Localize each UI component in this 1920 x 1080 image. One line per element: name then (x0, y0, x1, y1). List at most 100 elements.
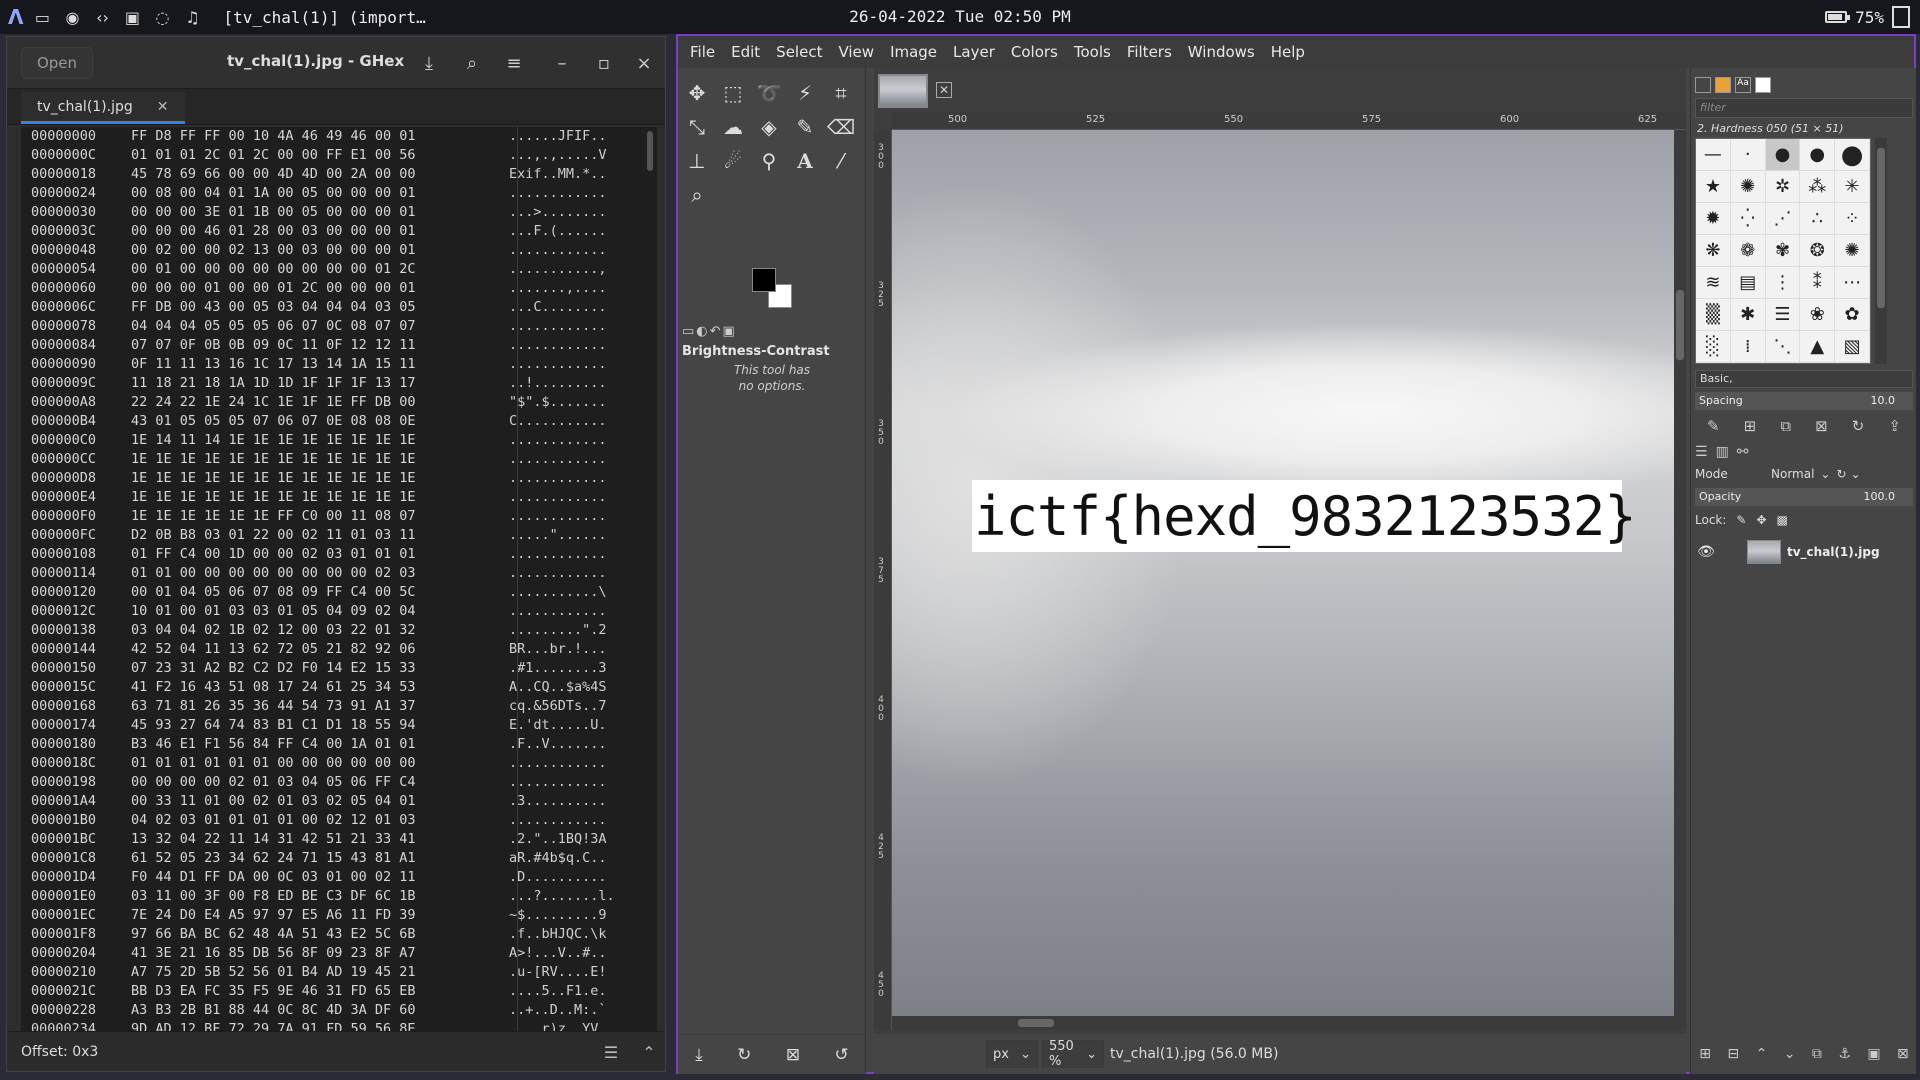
tool-options-tab-icon[interactable]: ▭ (682, 324, 694, 339)
brush-item[interactable]: ✲ (1765, 171, 1801, 203)
hex-row[interactable]: 000000B4 43 01 05 05 05 07 06 07 0E 08 08… (21, 412, 657, 431)
hex-bytes[interactable]: 45 78 69 66 00 00 4D 4D 00 2A 00 00 (131, 165, 509, 184)
hex-row[interactable]: 00000114 01 01 00 00 00 00 00 00 00 00 02… (21, 564, 657, 583)
hex-bytes[interactable]: 00 00 00 00 02 01 03 04 05 06 FF C4 (131, 773, 509, 792)
hex-ascii[interactable]: ..........., (509, 260, 649, 279)
opacity-slider[interactable]: Opacity 100.0 (1695, 488, 1913, 506)
visibility-eye-icon[interactable]: 👁 (1695, 544, 1717, 560)
menu-image[interactable]: Image (882, 43, 945, 61)
menu-edit[interactable]: Edit (723, 43, 768, 61)
rect-select-tool-icon[interactable]: ⬚ (718, 78, 748, 108)
terminal-icon[interactable]: ▭ (31, 6, 53, 28)
hex-bytes[interactable]: 03 04 04 02 1B 02 12 00 03 22 01 32 (131, 621, 509, 640)
hex-ascii[interactable]: ............ (509, 450, 649, 469)
reset-icon[interactable]: ↺ (834, 1045, 848, 1065)
brush-item[interactable]: ✿ (1835, 299, 1870, 331)
brush-item[interactable]: ❁ (1730, 235, 1766, 267)
hex-ascii[interactable]: ............ (509, 773, 649, 792)
hex-row[interactable]: 00000204 41 3E 21 16 85 DB 56 8F 09 23 8F… (21, 944, 657, 963)
hex-bytes[interactable]: 0F 11 11 13 16 1C 17 13 14 1A 15 11 (131, 355, 509, 374)
hex-bytes[interactable]: A3 B3 2B B1 88 44 0C 8C 4D 3A DF 60 (131, 1001, 509, 1020)
menu-view[interactable]: View (830, 43, 882, 61)
layer-row[interactable]: 👁 tv_chal(1).jpg (1695, 538, 1913, 566)
hex-row[interactable]: 0000012C 10 01 00 01 03 03 01 05 04 09 02… (21, 602, 657, 621)
hex-bytes[interactable]: 1E 1E 1E 1E 1E 1E 1E 1E 1E 1E 1E 1E (131, 469, 509, 488)
hex-row[interactable]: 00000180 B3 46 E1 F1 56 84 FF C4 00 1A 01… (21, 735, 657, 754)
hex-ascii[interactable]: A..CQ..$a%4S (509, 678, 649, 697)
hex-ascii[interactable]: ....."...... (509, 526, 649, 545)
fg-bg-colors[interactable] (752, 268, 796, 312)
hex-ascii[interactable]: ............ (509, 811, 649, 830)
hex-row[interactable]: 000001D4 F0 44 D1 FF DA 00 0C 03 01 00 02… (21, 868, 657, 887)
brush-item-selected[interactable]: ● (1765, 139, 1801, 171)
hex-row[interactable]: 00000150 07 23 31 A2 B2 C2 D2 F0 14 E2 15… (21, 659, 657, 678)
hex-ascii[interactable]: "$".$....... (509, 393, 649, 412)
images-tab-icon[interactable]: ▣ (723, 324, 735, 339)
hex-row[interactable]: 000001EC 7E 24 D0 E4 A5 97 97 E5 A6 11 FD… (21, 906, 657, 925)
hex-ascii[interactable]: ............ (509, 507, 649, 526)
layers-tab-icon[interactable]: ☰ (1695, 444, 1708, 460)
bucket-fill-tool-icon[interactable]: ◈ (754, 112, 784, 142)
hex-row[interactable]: 000000D8 1E 1E 1E 1E 1E 1E 1E 1E 1E 1E 1E… (21, 469, 657, 488)
hex-ascii[interactable]: ....5..F1.e. (509, 982, 649, 1001)
brush-item[interactable]: ✹ (1696, 203, 1731, 235)
hex-bytes[interactable]: 1E 1E 1E 1E 1E 1E 1E 1E 1E 1E 1E 1E (131, 450, 509, 469)
brush-item[interactable]: ⁛ (1730, 203, 1766, 235)
hex-scrollbar[interactable] (647, 131, 653, 171)
brush-item[interactable]: · (1730, 139, 1766, 171)
hex-row[interactable]: 000000A8 22 24 22 1E 24 1C 1E 1F 1E FF DB… (21, 393, 657, 412)
delete-layer-icon[interactable]: ⊠ (1897, 1046, 1909, 1062)
hex-row[interactable]: 00000024 00 08 00 04 01 1A 00 05 00 00 00… (21, 184, 657, 203)
hex-row[interactable]: 00000030 00 00 00 3E 01 1B 00 05 00 00 00… (21, 203, 657, 222)
tab-close-icon[interactable]: ✕ (157, 99, 169, 115)
vertical-ruler[interactable]: 300 325 350 375 400 425 450 (874, 130, 892, 1030)
paths-tool-icon[interactable]: ⚲ (754, 146, 784, 176)
brush-item[interactable]: ⁘ (1835, 203, 1870, 235)
hex-ascii[interactable]: ...>........ (509, 203, 649, 222)
hex-row[interactable]: 00000174 45 93 27 64 74 83 B1 C1 D1 18 55… (21, 716, 657, 735)
hex-bytes[interactable]: A7 75 2D 5B 52 56 01 B4 AD 19 45 21 (131, 963, 509, 982)
hex-row[interactable]: 000000F0 1E 1E 1E 1E 1E 1E FF C0 00 11 08… (21, 507, 657, 526)
reset-mode-icon[interactable]: ↻ (1836, 467, 1846, 481)
hex-ascii[interactable]: ......JFIF.. (509, 127, 649, 146)
brush-item[interactable]: ⋱ (1765, 331, 1801, 363)
hex-bytes[interactable]: 00 02 00 00 02 13 00 03 00 00 00 01 (131, 241, 509, 260)
hex-row[interactable]: 00000048 00 02 00 00 02 13 00 03 00 00 00… (21, 241, 657, 260)
firefox-icon[interactable]: ◉ (61, 6, 83, 28)
hex-ascii[interactable]: .#1........3 (509, 659, 649, 678)
hex-ascii[interactable]: .D.......... (509, 868, 649, 887)
brush-item[interactable]: ❋ (1696, 235, 1731, 267)
paths-tab-icon[interactable]: ⚯ (1737, 444, 1749, 460)
menu-layer[interactable]: Layer (945, 43, 1003, 61)
brush-item[interactable]: ✾ (1765, 235, 1801, 267)
delete-brush-icon[interactable]: ⊠ (1815, 417, 1828, 435)
hex-bytes[interactable]: 00 00 00 3E 01 1B 00 05 00 00 00 01 (131, 203, 509, 222)
anchor-layer-icon[interactable]: ⚓ (1838, 1046, 1851, 1062)
hex-ascii[interactable]: ............ (509, 488, 649, 507)
hex-row[interactable]: 00000138 03 04 04 02 1B 02 12 00 03 22 01… (21, 621, 657, 640)
delete-preset-icon[interactable]: ⊠ (786, 1045, 800, 1065)
hex-bytes[interactable]: 04 04 04 05 05 05 06 07 0C 08 07 07 (131, 317, 509, 336)
brush-tag-select[interactable]: Basic, (1695, 370, 1913, 388)
arch-logo-icon[interactable]: Λ (8, 5, 23, 29)
hex-ascii[interactable]: C........... (509, 412, 649, 431)
fuzzy-select-tool-icon[interactable]: ⚡ (790, 78, 820, 108)
menu-filters[interactable]: Filters (1119, 43, 1180, 61)
hex-bytes[interactable]: 00 01 04 05 06 07 08 09 FF C4 00 5C (131, 583, 509, 602)
hex-bytes[interactable]: 1E 14 11 14 1E 1E 1E 1E 1E 1E 1E 1E (131, 431, 509, 450)
raise-layer-icon[interactable]: ⌃ (1756, 1046, 1768, 1062)
menu-windows[interactable]: Windows (1180, 43, 1263, 61)
restore-preset-icon[interactable]: ↻ (737, 1045, 751, 1065)
minimize-icon[interactable]: – (545, 47, 579, 79)
lower-layer-icon[interactable]: ⌄ (1784, 1046, 1796, 1062)
save-icon[interactable]: ⤓ (412, 47, 446, 79)
brush-item[interactable]: ∴ (1800, 203, 1836, 235)
brush-item[interactable]: ▧ (1835, 331, 1870, 363)
mode-select[interactable]: Normal (1771, 467, 1814, 481)
hex-bytes[interactable]: 42 52 04 11 13 62 72 05 21 82 92 06 (131, 640, 509, 659)
pane-toggle-icon[interactable]: ☰ (597, 1038, 625, 1066)
hex-bytes[interactable]: F0 44 D1 FF DA 00 0C 03 01 00 02 11 (131, 868, 509, 887)
brush-item[interactable]: ☰ (1765, 299, 1801, 331)
menu-colors[interactable]: Colors (1003, 43, 1066, 61)
eraser-tool-icon[interactable]: ⌫ (826, 112, 856, 142)
